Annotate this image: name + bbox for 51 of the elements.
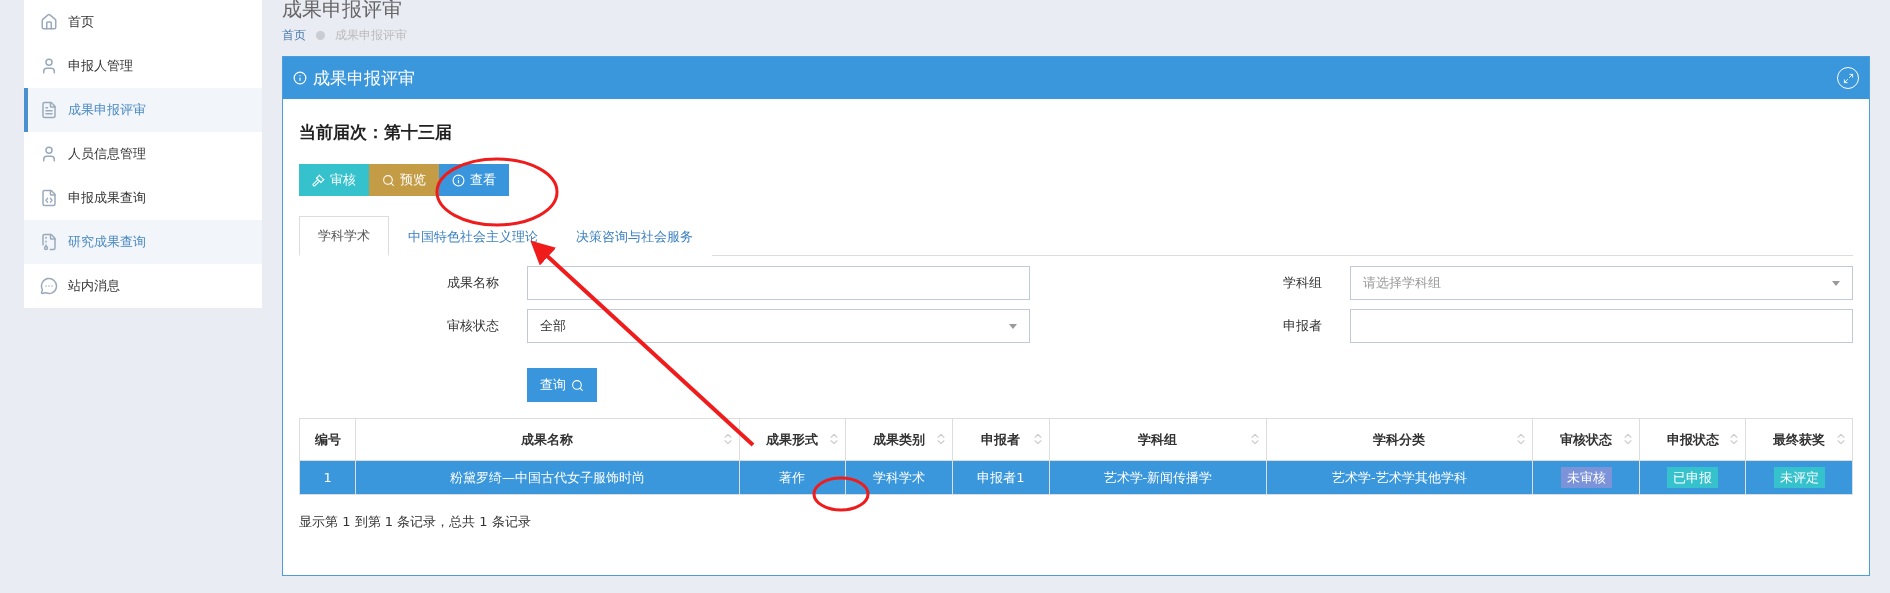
column-header[interactable]: 学科组: [1049, 418, 1267, 461]
annotation-ellipse: [812, 476, 870, 512]
user-icon: [40, 145, 58, 163]
search-icon: [382, 173, 395, 187]
table-cell: 学科学术: [845, 460, 953, 495]
user-icon: [40, 57, 58, 75]
field-label: 学科组: [1282, 274, 1322, 292]
info-icon: [293, 71, 307, 85]
breadcrumb-link[interactable]: 首页: [282, 26, 306, 44]
current-session: 当前届次：第十三届: [299, 121, 453, 144]
select-field[interactable]: 全部: [527, 309, 1030, 343]
status-badge: 已申报: [1667, 466, 1719, 488]
column-header[interactable]: 申报状态: [1639, 418, 1746, 461]
panel-title: 成果申报评审: [313, 66, 415, 90]
info-icon: [452, 173, 465, 187]
column-header[interactable]: 编号: [299, 418, 356, 461]
table-cell: 艺术学-艺术学其他学科: [1266, 460, 1533, 495]
column-header[interactable]: 学科分类: [1266, 418, 1533, 461]
table-cell: 申报者1: [952, 460, 1050, 495]
column-header[interactable]: 申报者: [952, 418, 1050, 461]
status-badge: 未审核: [1560, 466, 1612, 488]
tab[interactable]: 学科学术: [299, 216, 389, 256]
expand-icon: [1842, 72, 1854, 84]
status-badge: 未评定: [1773, 466, 1825, 488]
caret-icon: [1009, 323, 1017, 329]
column-header[interactable]: 成果名称: [355, 418, 740, 461]
search-icon: [571, 378, 584, 392]
code-file-icon: [40, 189, 58, 207]
column-header[interactable]: 最终获奖: [1745, 418, 1853, 461]
sidebar-item[interactable]: 研究成果查询: [24, 220, 262, 264]
home-icon: [40, 13, 58, 31]
zip-file-icon: [40, 233, 58, 251]
chat-bubble-icon: [40, 277, 58, 295]
column-header[interactable]: 成果形式: [739, 418, 846, 461]
field-label: 成果名称: [446, 274, 499, 292]
table-cell: 著作: [739, 460, 846, 495]
table-cell: 1: [299, 460, 356, 495]
table-cell: 粉黛罗绮—中国古代女子服饰时尚: [355, 460, 740, 495]
sidebar-item[interactable]: 成果申报评审: [24, 88, 262, 132]
document-icon: [40, 101, 58, 119]
caret-icon: [1832, 280, 1840, 286]
record-count: 显示第 1 到第 1 条记录，总共 1 条记录: [299, 513, 532, 531]
dot-icon: [316, 30, 325, 40]
table-cell: 艺术学-新闻传播学: [1049, 460, 1267, 495]
input-field[interactable]: [1350, 309, 1853, 343]
column-header[interactable]: 审核状态: [1532, 418, 1640, 461]
field-label: 审核状态: [446, 317, 499, 335]
input-field[interactable]: [527, 266, 1030, 300]
column-header[interactable]: 成果类别: [845, 418, 953, 461]
gavel-icon: [312, 173, 325, 187]
field-label: 申报者: [1282, 317, 1322, 335]
